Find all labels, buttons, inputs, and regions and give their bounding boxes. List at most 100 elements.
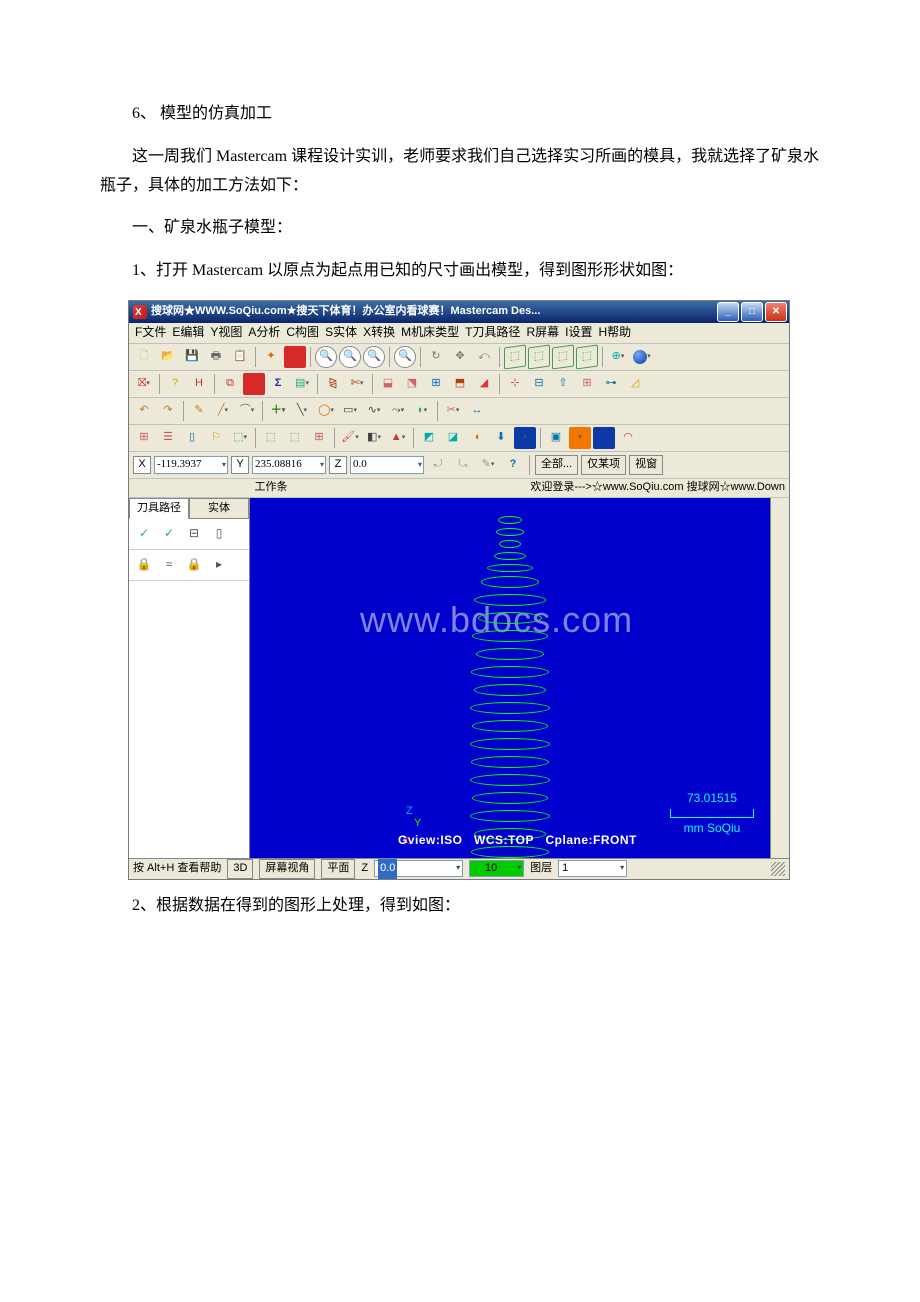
dyn-rotate-icon[interactable]: ↻: [425, 346, 447, 368]
plane-button[interactable]: 平面: [321, 859, 355, 879]
paint-icon[interactable]: 🖌: [339, 427, 361, 449]
x-label[interactable]: X: [133, 456, 151, 474]
titlebar[interactable]: 搜球网★WWW.SoQiu.com★搜天下体育！办公室内看球赛！Masterca…: [129, 301, 789, 323]
op7-icon[interactable]: [569, 427, 591, 449]
point-icon[interactable]: ＋: [267, 400, 289, 422]
page-icon[interactable]: ▯: [181, 427, 203, 449]
minimize-button[interactable]: _: [717, 302, 739, 322]
menu-view[interactable]: Y视图: [210, 322, 242, 344]
fence-icon[interactable]: ⊟: [528, 373, 550, 395]
expand-icon[interactable]: ▯: [208, 523, 230, 545]
y-value[interactable]: 235.08816: [252, 456, 326, 474]
link-icon[interactable]: ⊶: [600, 373, 622, 395]
op4-icon[interactable]: ⬇: [490, 427, 512, 449]
front-view-icon[interactable]: ⬚: [552, 344, 574, 369]
y-label[interactable]: Y: [231, 456, 249, 474]
stats-icon[interactable]: ▤: [291, 373, 313, 395]
close-button[interactable]: ✕: [765, 302, 787, 322]
op3-icon[interactable]: ◖: [466, 427, 488, 449]
mirror-icon[interactable]: ⧎: [322, 373, 344, 395]
eraser-icon[interactable]: ◧: [363, 427, 385, 449]
op9-icon[interactable]: ◠: [617, 427, 639, 449]
next-icon[interactable]: ▸: [208, 554, 230, 576]
mask-icon[interactable]: ▲: [387, 427, 409, 449]
snap3-icon[interactable]: ✎: [477, 454, 499, 476]
spline-icon[interactable]: ∿: [363, 400, 385, 422]
grid2-icon[interactable]: ☰: [157, 427, 179, 449]
all-button[interactable]: 全部...: [535, 455, 578, 475]
redo-icon[interactable]: ↷: [157, 400, 179, 422]
approx-icon[interactable]: ≈: [158, 554, 180, 576]
trim-icon[interactable]: ✂: [442, 400, 464, 422]
cube-dd-icon[interactable]: ⬚: [229, 427, 251, 449]
line-icon[interactable]: ╱: [212, 400, 234, 422]
pan-icon[interactable]: ✥: [449, 346, 471, 368]
delete-icon[interactable]: ⛝: [133, 373, 155, 395]
check-x-icon[interactable]: ✓: [158, 523, 180, 545]
right-toolbar[interactable]: [770, 498, 789, 858]
mode-3d-button[interactable]: 3D: [227, 859, 253, 879]
viewport[interactable]: www.bdocs.com: [250, 498, 770, 858]
shade-icon[interactable]: [631, 346, 653, 368]
sum-icon[interactable]: Σ: [267, 373, 289, 395]
repaint-icon[interactable]: [284, 346, 306, 368]
view-angle-button[interactable]: 屏幕视角: [259, 859, 315, 879]
op1-icon[interactable]: ◩: [418, 427, 440, 449]
top-view-icon[interactable]: ⬚: [528, 344, 550, 369]
z-value[interactable]: 0.0: [350, 456, 424, 474]
flag-icon[interactable]: ⚐: [205, 427, 227, 449]
right-view-icon[interactable]: ⬚: [576, 344, 598, 369]
menu-machine[interactable]: M机床类型: [401, 322, 459, 344]
undo-icon[interactable]: ↶: [133, 400, 155, 422]
menu-file[interactable]: F文件: [135, 322, 166, 344]
solid4-icon[interactable]: ⬒: [449, 373, 471, 395]
solid5-icon[interactable]: ◢: [473, 373, 495, 395]
contour-icon[interactable]: [243, 373, 265, 395]
menu-analyze[interactable]: A分析: [248, 322, 280, 344]
iso-view-icon[interactable]: ⬚: [504, 344, 526, 369]
wireframe-icon[interactable]: ⊕: [607, 346, 629, 368]
z-label[interactable]: Z: [329, 456, 347, 474]
circle-icon[interactable]: ◯: [315, 400, 337, 422]
dim-icon[interactable]: ↔: [466, 400, 488, 422]
sel3-icon[interactable]: ⊞: [308, 427, 330, 449]
print-icon[interactable]: 🖶: [205, 346, 227, 368]
sel2-icon[interactable]: ⬚: [284, 427, 306, 449]
fit-icon[interactable]: ✦: [260, 346, 282, 368]
lock-icon[interactable]: 🔒: [133, 554, 155, 576]
axis-icon[interactable]: ⊹: [504, 373, 526, 395]
tree-view[interactable]: [129, 581, 249, 858]
solid2-icon[interactable]: ⬔: [401, 373, 423, 395]
surf-icon[interactable]: ◗: [411, 400, 433, 422]
tab-solid[interactable]: 实体: [189, 498, 249, 518]
chain-icon[interactable]: ⧉: [219, 373, 241, 395]
solid1-icon[interactable]: ⬓: [377, 373, 399, 395]
layer-field[interactable]: 1: [558, 860, 627, 877]
op8-icon[interactable]: [593, 427, 615, 449]
x-value[interactable]: -119.3937: [154, 456, 228, 474]
distance-icon[interactable]: H: [188, 373, 210, 395]
view-button[interactable]: 视窗: [629, 455, 663, 475]
op5-icon[interactable]: [514, 427, 536, 449]
op6-icon[interactable]: ▣: [545, 427, 567, 449]
line2-icon[interactable]: ╲: [291, 400, 313, 422]
menu-cplane[interactable]: C构图: [286, 322, 319, 344]
op2-icon[interactable]: ◪: [442, 427, 464, 449]
menu-screen[interactable]: R屏幕: [526, 322, 559, 344]
zoom-window-icon[interactable]: 🔍: [315, 346, 337, 368]
only-button[interactable]: 仅某项: [581, 455, 626, 475]
snap1-icon[interactable]: ⤾: [427, 454, 449, 476]
grid1-icon[interactable]: ⊞: [133, 427, 155, 449]
xform-icon[interactable]: ✄: [346, 373, 368, 395]
menu-edit[interactable]: E编辑: [172, 322, 204, 344]
arc-icon[interactable]: ⌒: [236, 400, 258, 422]
lock2-icon[interactable]: 🔒: [183, 554, 205, 576]
curve-icon[interactable]: ⤳: [387, 400, 409, 422]
menu-solid[interactable]: S实体: [325, 322, 357, 344]
menu-toolpath[interactable]: T刀具路径: [465, 322, 520, 344]
tree-icon[interactable]: ⊟: [183, 523, 205, 545]
open-icon[interactable]: 📂: [157, 346, 179, 368]
help-icon[interactable]: ?: [502, 454, 524, 476]
zoom-target-icon[interactable]: 🔍: [339, 346, 361, 368]
grid-icon[interactable]: ⊞: [576, 373, 598, 395]
